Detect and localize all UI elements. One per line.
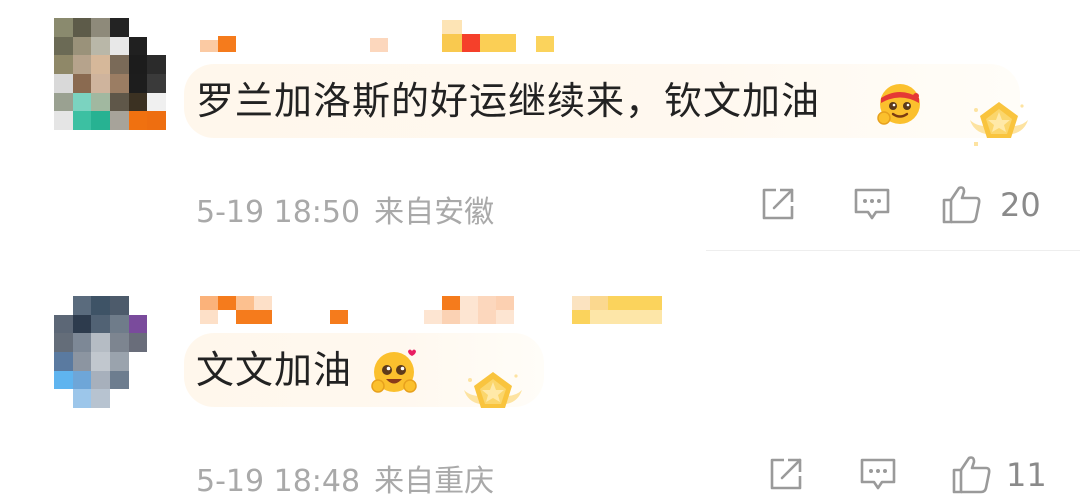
divider [706, 250, 1080, 251]
comment-location: 来自重庆 [374, 464, 495, 499]
like-count: 11 [1006, 456, 1047, 494]
comment-meta: 5-19 18:50 来自安徽 [196, 187, 494, 231]
comment-text: 罗兰加洛斯的好运继续来，钦文加油 [196, 79, 821, 123]
avatar[interactable] [54, 296, 166, 408]
comment-item: 文文加油 5-19 18:48 来自重庆 11 [0, 252, 1080, 504]
comment-icon[interactable] [850, 182, 894, 226]
thumbs-up-icon[interactable] [940, 182, 984, 226]
avatar[interactable] [54, 18, 166, 130]
username-pixelated[interactable] [196, 296, 676, 324]
gold-star-badge-icon [464, 372, 522, 408]
thumbs-up-icon[interactable] [950, 452, 994, 496]
comment-item: 罗兰加洛斯的好运继续来，钦文加油 5-19 18:50 来自安徽 20 [0, 0, 1080, 252]
share-icon[interactable] [756, 182, 800, 226]
comment-meta: 5-19 18:48 来自重庆 [196, 456, 494, 500]
comment-text: 文文加油 [196, 348, 353, 392]
heart-eyes-cheer-emoji [371, 349, 417, 393]
comment-time: 5-19 18:50 [196, 195, 361, 230]
like-count: 20 [1000, 186, 1041, 224]
comment-location: 来自安徽 [374, 195, 495, 230]
comment-time: 5-19 18:48 [196, 464, 361, 499]
face-with-red-headband-emoji [877, 84, 920, 125]
gold-star-badge-icon [970, 102, 1028, 146]
share-icon[interactable] [764, 452, 808, 496]
username-pixelated[interactable] [196, 20, 676, 52]
comment-icon[interactable] [856, 452, 900, 496]
